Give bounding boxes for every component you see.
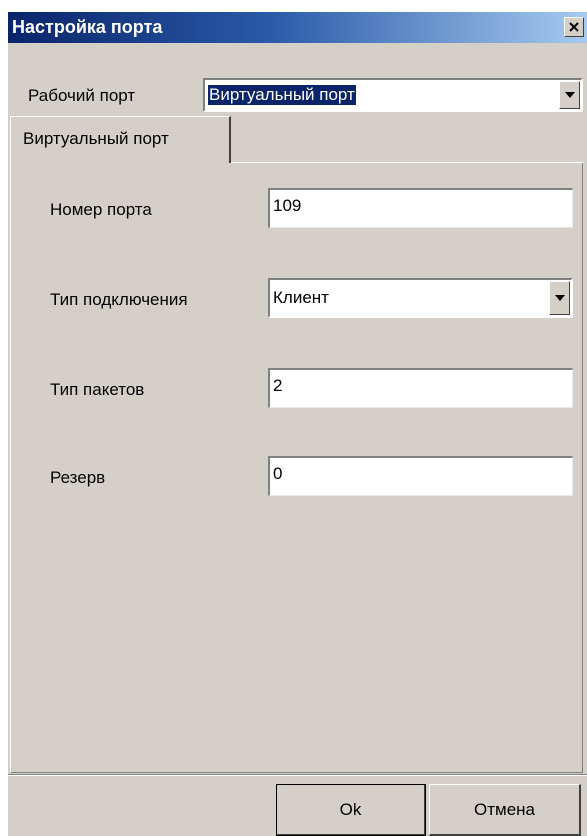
- tab-label: Виртуальный порт: [23, 129, 169, 148]
- reserve-input[interactable]: 0: [268, 456, 573, 496]
- cancel-button[interactable]: Отмена: [429, 784, 581, 836]
- ok-button[interactable]: Ok: [276, 784, 426, 836]
- port-settings-dialog: Настройка порта Рабочий порт Виртуальный…: [8, 12, 587, 836]
- connection-type-label: Тип подключения: [50, 290, 188, 309]
- work-port-value: Виртуальный порт: [208, 85, 356, 105]
- window-title: Настройка порта: [12, 17, 163, 37]
- work-port-label: Рабочий порт: [28, 86, 136, 105]
- port-number-label: Номер порта: [50, 200, 152, 219]
- packet-type-input[interactable]: 2: [268, 368, 573, 408]
- packet-type-label: Тип пакетов: [50, 380, 145, 399]
- connection-type-value: Клиент: [273, 288, 329, 307]
- footer-separator: [8, 774, 587, 776]
- work-port-select[interactable]: Виртуальный порт: [203, 78, 583, 112]
- connection-type-select[interactable]: Клиент: [268, 278, 573, 318]
- port-number-input[interactable]: 109: [268, 188, 573, 228]
- reserve-label: Резерв: [50, 468, 106, 487]
- chevron-down-icon: [564, 92, 575, 98]
- tab-virtual-port[interactable]: Виртуальный порт: [10, 116, 231, 163]
- connection-type-dropdown-button[interactable]: [549, 281, 570, 315]
- close-icon: [569, 22, 579, 32]
- title-bar[interactable]: Настройка порта: [8, 12, 587, 43]
- work-port-dropdown-button[interactable]: [559, 81, 580, 109]
- close-button[interactable]: [564, 17, 584, 37]
- chevron-down-icon: [554, 295, 565, 301]
